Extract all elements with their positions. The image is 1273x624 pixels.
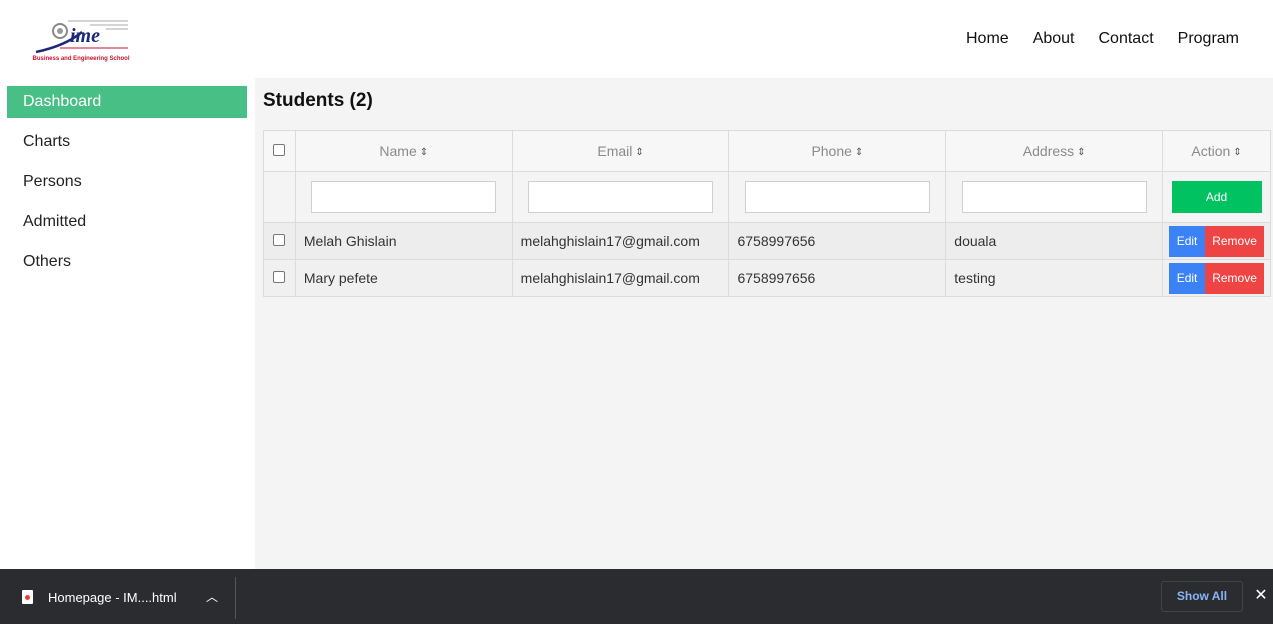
new-entry-row: Add xyxy=(263,171,1271,223)
select-all-cell xyxy=(263,130,296,172)
nav-about[interactable]: About xyxy=(1033,30,1075,48)
cell-address: testing xyxy=(945,259,1164,297)
sidebar-item-admitted[interactable]: Admitted xyxy=(7,206,247,238)
sort-icon[interactable]: ⇕ xyxy=(1233,147,1241,158)
column-header-address[interactable]: Address ⇕ xyxy=(945,130,1164,172)
sort-icon[interactable]: ⇕ xyxy=(1077,147,1085,158)
sort-icon[interactable]: ⇕ xyxy=(420,147,428,158)
row-checkbox[interactable] xyxy=(273,234,286,246)
school-logo[interactable]: ime Business and Engineering School xyxy=(30,18,132,64)
header: ime Business and Engineering School Home… xyxy=(0,0,1273,78)
cell-name: Melah Ghislain xyxy=(294,222,513,260)
divider xyxy=(235,577,236,619)
table-row: Melah Ghislain melahghislain17@gmail.com… xyxy=(263,222,1271,260)
download-bar: Homepage - IM....html ︿ Show All ✕ xyxy=(0,569,1273,624)
top-nav: Home About Contact Program xyxy=(966,30,1239,48)
cell-actions: Edit Remove xyxy=(1162,222,1271,260)
close-icon[interactable]: ✕ xyxy=(1252,586,1270,606)
remove-button[interactable]: Remove xyxy=(1205,225,1265,257)
row-select-cell xyxy=(263,222,296,260)
row-select-cell xyxy=(263,259,296,297)
empty-cell xyxy=(263,171,296,223)
sort-icon[interactable]: ⇕ xyxy=(635,147,643,158)
select-all-checkbox[interactable] xyxy=(273,144,286,156)
logo-subtitle: Business and Engineering School xyxy=(32,56,130,62)
cell-phone: 6758997656 xyxy=(728,259,947,297)
phone-input[interactable] xyxy=(744,181,930,213)
edit-button[interactable]: Edit xyxy=(1169,225,1206,257)
phone-input-cell xyxy=(728,171,947,223)
column-header-phone[interactable]: Phone ⇕ xyxy=(728,130,947,172)
column-header-email[interactable]: Email ⇕ xyxy=(511,130,730,172)
file-icon xyxy=(22,590,33,604)
sidebar-item-others[interactable]: Others xyxy=(7,246,247,278)
edit-button[interactable]: Edit xyxy=(1169,262,1206,294)
add-cell: Add xyxy=(1162,171,1271,223)
column-header-action[interactable]: Action ⇕ xyxy=(1162,130,1271,172)
chevron-up-icon[interactable]: ︿ xyxy=(204,588,220,604)
column-header-name[interactable]: Name ⇕ xyxy=(294,130,513,172)
row-checkbox[interactable] xyxy=(273,271,286,283)
logo-graphic: ime xyxy=(35,20,128,54)
name-input-cell xyxy=(294,171,513,223)
nav-program[interactable]: Program xyxy=(1178,30,1239,48)
column-label: Phone xyxy=(811,143,852,159)
email-input-cell xyxy=(511,171,730,223)
main-content: Students (2) Name ⇕ Email ⇕ Phone ⇕ Address… xyxy=(255,78,1273,569)
cell-email: melahghislain17@gmail.com xyxy=(511,222,730,260)
address-input-cell xyxy=(945,171,1164,223)
column-label: Email xyxy=(597,143,633,159)
download-file-name[interactable]: Homepage - IM....html xyxy=(48,590,177,605)
cell-address: douala xyxy=(945,222,1164,260)
nav-home[interactable]: Home xyxy=(966,30,1009,48)
students-table: Name ⇕ Email ⇕ Phone ⇕ Address ⇕ Action ⇕ Add… xyxy=(263,130,1271,297)
email-input[interactable] xyxy=(528,181,714,213)
address-input[interactable] xyxy=(961,181,1147,213)
sidebar: Dashboard Charts Persons Admitted Others xyxy=(0,78,255,569)
add-button[interactable]: Add xyxy=(1171,181,1262,213)
remove-button[interactable]: Remove xyxy=(1205,262,1265,294)
cell-actions: Edit Remove xyxy=(1162,259,1271,297)
column-label: Name xyxy=(379,143,417,159)
cell-phone: 6758997656 xyxy=(728,222,947,260)
sidebar-item-dashboard[interactable]: Dashboard xyxy=(7,86,247,118)
name-input[interactable] xyxy=(311,181,497,213)
column-label: Address xyxy=(1022,143,1075,159)
sort-icon[interactable]: ⇕ xyxy=(855,147,863,158)
column-label: Action xyxy=(1191,143,1231,159)
page-title: Students (2) xyxy=(263,90,373,111)
show-all-button[interactable]: Show All xyxy=(1161,581,1243,612)
cell-name: Mary pefete xyxy=(294,259,513,297)
nav-contact[interactable]: Contact xyxy=(1099,30,1154,48)
sidebar-item-persons[interactable]: Persons xyxy=(7,166,247,198)
cell-email: melahghislain17@gmail.com xyxy=(511,259,730,297)
table-header-row: Name ⇕ Email ⇕ Phone ⇕ Address ⇕ Action ⇕ xyxy=(263,130,1271,172)
sidebar-item-charts[interactable]: Charts xyxy=(7,126,247,158)
table-row: Mary pefete melahghislain17@gmail.com 67… xyxy=(263,259,1271,297)
svg-text:ime: ime xyxy=(70,25,100,47)
